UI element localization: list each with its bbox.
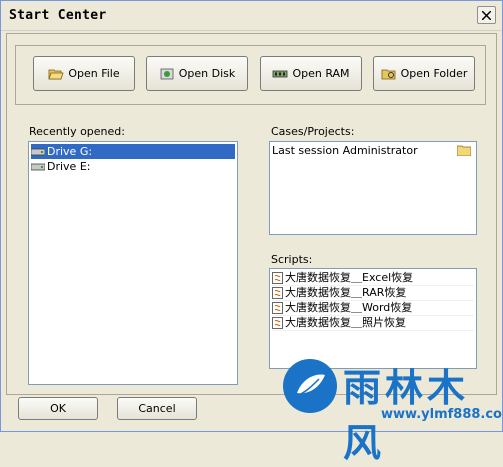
ok-button[interactable]: OK [18,397,98,420]
open-folder-button[interactable]: Open Folder [373,56,475,91]
brand-url: www.ylmf888.com [381,407,503,422]
leaf-icon [297,374,325,396]
list-item-label: 大唐数据恢复＿Word恢复 [285,301,413,314]
cancel-label: Cancel [138,402,176,415]
drive-icon [31,148,45,156]
folder-icon [457,145,471,156]
cancel-button[interactable]: Cancel [117,397,197,420]
list-item[interactable]: Drive G: [31,144,235,159]
script-icon [272,287,283,299]
cases-projects-list[interactable]: Last session Administrator [269,141,477,235]
drive-icon [31,163,45,171]
list-item-label: Drive E: [47,160,91,173]
title-bar[interactable]: Start Center [1,1,502,31]
folder-search-icon [381,69,395,79]
open-ram-button[interactable]: Open RAM [260,56,362,91]
logo-mark [283,359,337,413]
watermark-logo: 雨林木风 www.ylmf888.com [283,351,503,465]
recently-opened-list[interactable]: Drive G: Drive E: [28,141,238,385]
window-title: Start Center [9,8,107,23]
close-icon [482,11,491,20]
script-icon [272,272,283,284]
open-file-button[interactable]: Open File [33,56,135,91]
list-item[interactable]: 大唐数据恢复＿Word恢复 [272,300,474,316]
open-disk-label: Open Disk [178,67,236,80]
list-item[interactable]: 大唐数据恢复＿Excel恢复 [272,270,474,286]
list-item-label: 大唐数据恢复＿Excel恢复 [285,271,414,284]
list-item-label: 大唐数据恢复＿照片恢复 [285,316,406,329]
list-item[interactable]: 大唐数据恢复＿照片恢复 [272,315,474,331]
ok-label: OK [50,402,66,415]
list-item[interactable]: Last session Administrator [272,143,474,158]
script-icon [272,317,283,329]
open-folder-label: Open Folder [400,67,468,80]
list-item-label: Drive G: [47,145,93,158]
open-ram-label: Open RAM [292,67,350,80]
recently-opened-label: Recently opened: [29,125,125,138]
cases-projects-label: Cases/Projects: [271,125,355,138]
scripts-label: Scripts: [271,253,313,266]
open-disk-button[interactable]: Open Disk [146,56,248,91]
disk-icon [160,68,174,79]
list-item[interactable]: Drive E: [31,159,235,174]
list-item[interactable]: 大唐数据恢复＿RAR恢复 [272,285,474,301]
close-button[interactable] [477,6,496,24]
list-item-label: 大唐数据恢复＿RAR恢复 [285,286,407,299]
ram-chip-icon [273,70,288,77]
start-center-window: Start Center Open File Open Disk Open RA… [0,0,503,465]
script-icon [272,302,283,314]
open-file-label: Open File [68,67,120,80]
open-folder-icon [48,69,64,79]
list-item-label: Last session Administrator [272,144,418,157]
